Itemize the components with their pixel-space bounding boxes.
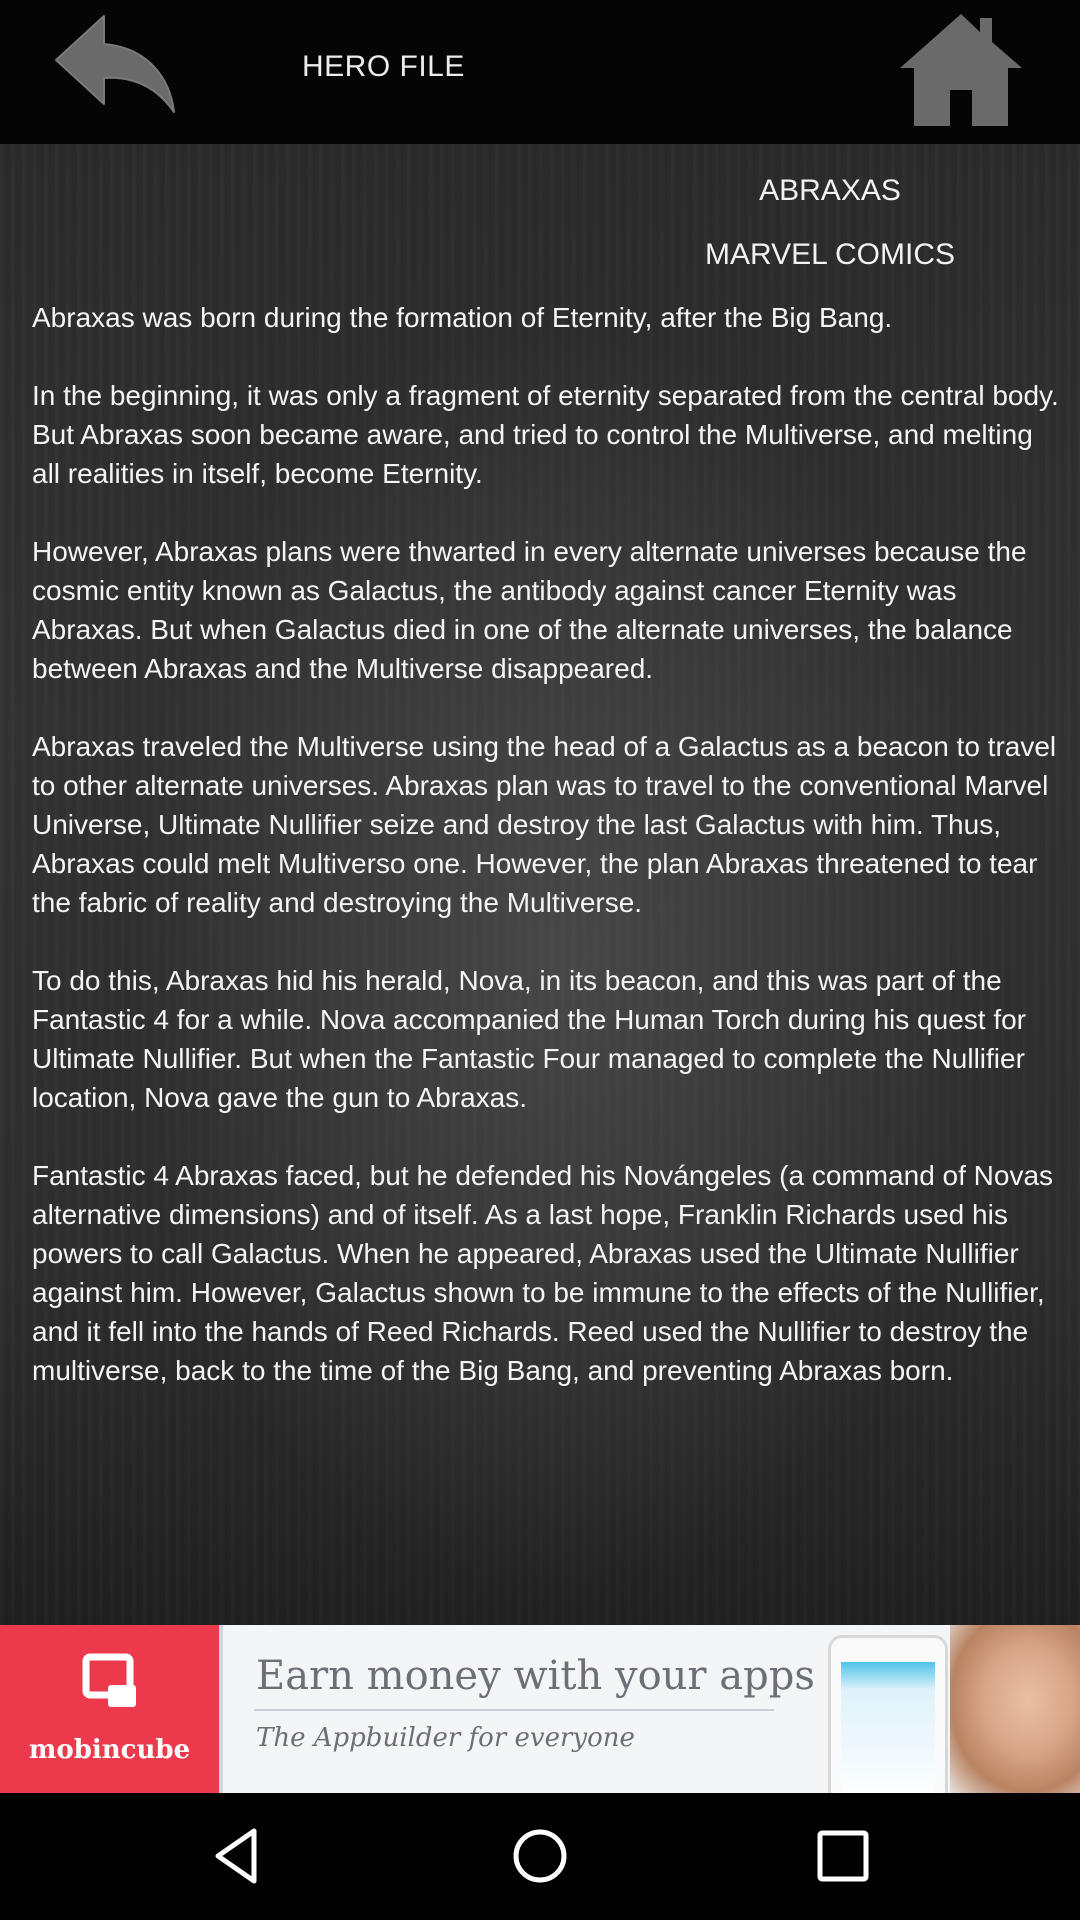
description-paragraph: Fantastic 4 Abraxas faced, but he defend…	[32, 1160, 1054, 1386]
back-arrow-icon	[55, 15, 175, 113]
ad-person-photo	[950, 1625, 1080, 1793]
page-title: HERO FILE	[302, 50, 465, 83]
description-paragraph: Abraxas traveled the Multiverse using th…	[32, 731, 1057, 918]
back-triangle-icon	[215, 1828, 257, 1884]
ad-divider	[219, 1625, 223, 1793]
ad-tagline: The Appbuilder for everyone	[256, 1723, 635, 1753]
description-paragraph: However, Abraxas plans were thwarted in …	[32, 536, 1027, 684]
description-paragraph: In the beginning, it was only a fragment…	[32, 380, 1059, 489]
mobincube-logo: mobincube	[0, 1625, 219, 1793]
screen: HERO FILE ABRAXAS MARVEL COMICS Abraxas …	[0, 0, 1080, 1920]
nav-back-button[interactable]	[204, 1821, 274, 1891]
recents-square-icon	[817, 1830, 869, 1882]
home-circle-icon	[513, 1829, 567, 1883]
ad-brand: mobincube	[28, 1735, 191, 1765]
nav-recents-button[interactable]	[808, 1821, 878, 1891]
home-icon	[900, 14, 1022, 126]
ad-banner[interactable]: mobincube Earn money with your apps The …	[0, 1625, 1080, 1793]
hero-file-content: ABRAXAS MARVEL COMICS Abraxas was born d…	[0, 144, 1080, 1625]
phone-illustration	[828, 1635, 948, 1793]
chat-bubble-icon	[82, 1653, 136, 1707]
system-nav-bar	[0, 1793, 1080, 1920]
ad-separator	[254, 1709, 774, 1711]
hero-name: ABRAXAS	[759, 174, 901, 207]
home-button[interactable]	[896, 10, 1026, 130]
hero-publisher: MARVEL COMICS	[704, 238, 956, 271]
hero-description: Abraxas was born during the formation of…	[32, 298, 1062, 1390]
back-button[interactable]	[52, 12, 182, 132]
nav-home-button[interactable]	[505, 1821, 575, 1891]
description-paragraph: Abraxas was born during the formation of…	[32, 302, 893, 333]
description-paragraph: To do this, Abraxas hid his herald, Nova…	[32, 965, 1026, 1113]
phone-screen	[841, 1662, 935, 1793]
top-bar: HERO FILE	[0, 0, 1080, 144]
ad-headline: Earn money with your apps	[256, 1653, 815, 1699]
